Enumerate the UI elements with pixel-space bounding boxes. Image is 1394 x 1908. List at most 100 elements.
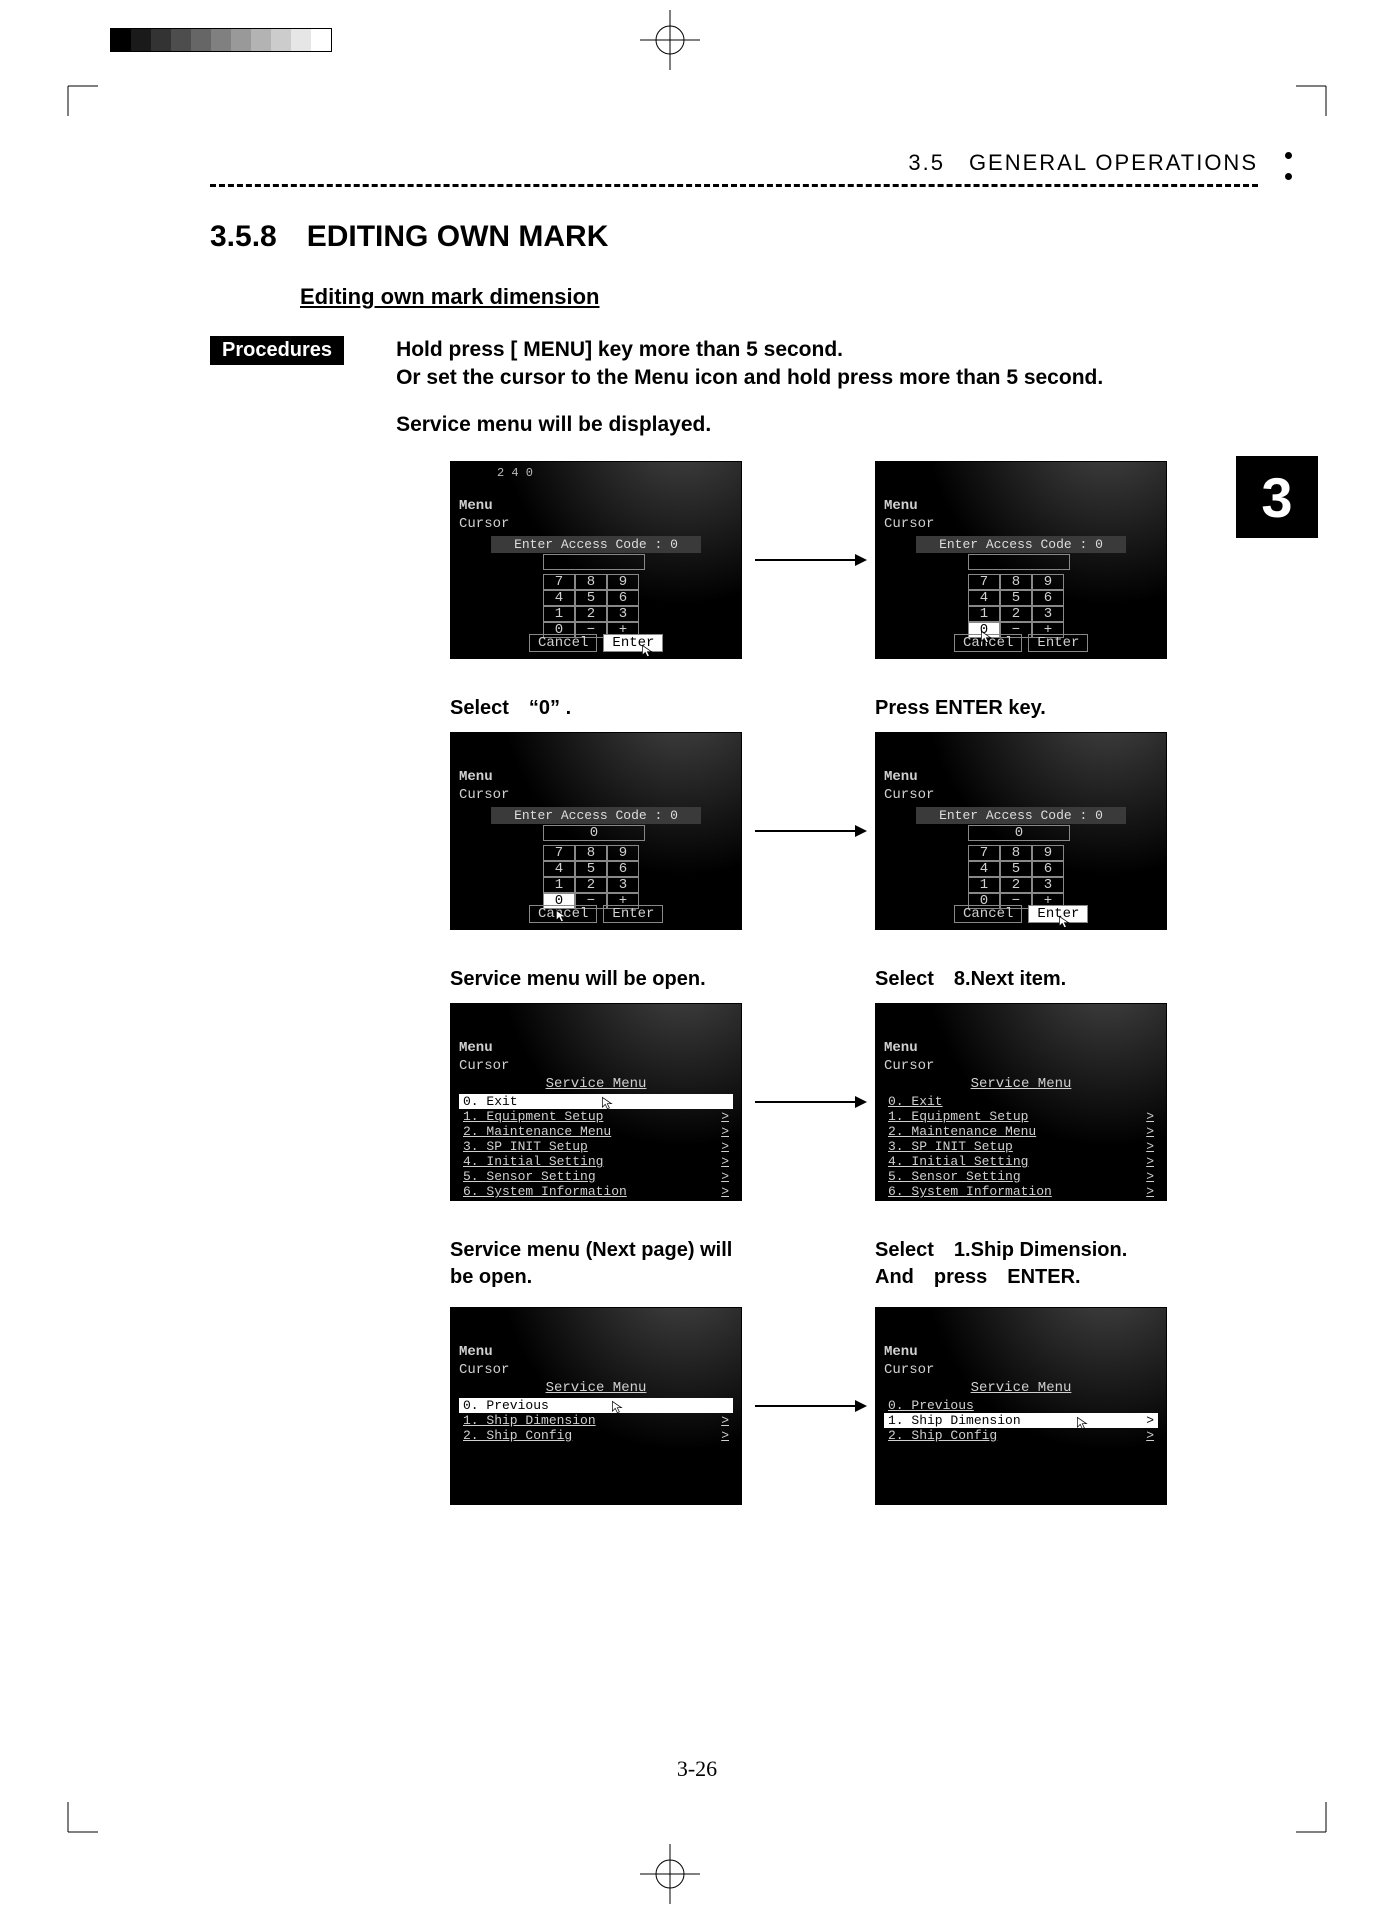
keypad-key: 9 — [607, 845, 639, 861]
caption-service-menu-open: Service menu will be open. — [450, 966, 745, 993]
caption-row-4: Service menu (Next page) will be open. S… — [450, 1237, 1224, 1291]
enter-button: Enter — [1028, 905, 1088, 923]
service-menu-title: Service Menu — [884, 1076, 1158, 1092]
screenshot-service-menu2-ship-dim: Menu Cursor Service Menu 0. Previous 1. … — [875, 1307, 1167, 1505]
service-menu-list: Service Menu 0. Previous 1. Ship Dimensi… — [459, 1380, 733, 1443]
keypad-key: 7 — [968, 574, 1000, 590]
panel-menu-label: Menu — [884, 498, 918, 514]
caption-press-enter: Press ENTER key. — [875, 695, 1170, 722]
panel-buttons: Cancel Enter — [529, 905, 663, 923]
service-menu-title: Service Menu — [884, 1380, 1158, 1396]
menu-item-label: 3. SP INIT Setup — [888, 1139, 1013, 1154]
enter-button: Enter — [603, 634, 663, 652]
keypad-key: 7 — [543, 574, 575, 590]
service-menu-item: 2. Maintenance Menu > — [459, 1124, 733, 1139]
panel-cursor-label: Cursor — [459, 1058, 509, 1074]
keypad-key: 5 — [1000, 590, 1032, 606]
arrow-cell — [745, 559, 875, 561]
keypad-key: 8 — [1000, 574, 1032, 590]
service-menu-item: 2. Maintenance Menu > — [884, 1124, 1158, 1139]
menu-item-label: 7. Test Menu — [463, 1199, 557, 1201]
arrow-right-icon — [755, 1101, 865, 1103]
chevron-right-icon: > — [721, 1124, 729, 1139]
keypad-key: 4 — [968, 861, 1000, 877]
keypad-key: 9 — [607, 574, 639, 590]
panel-cursor-label: Cursor — [884, 1362, 934, 1378]
service-menu-item: 4. Initial Setting > — [459, 1154, 733, 1169]
keypad: 7894561230−+ — [968, 574, 1064, 638]
crop-corner-tr — [1296, 66, 1346, 116]
panel-cursor-label: Cursor — [884, 1058, 934, 1074]
page-number: 3-26 — [0, 1756, 1394, 1782]
service-menu-item: 1. Equipment Setup > — [459, 1109, 733, 1124]
arrow-right-icon — [755, 1405, 865, 1407]
service-menu-list: Service Menu 0. Previous 1. Ship Dimensi… — [884, 1380, 1158, 1443]
menu-item-label: 0. Previous — [463, 1398, 549, 1413]
menu-item-label: 1. Equipment Setup — [463, 1109, 603, 1124]
keypad: 7894561230−+ — [543, 574, 639, 638]
procedure-line-2: Or set the cursor to the Menu icon and h… — [396, 364, 1103, 392]
panel-cursor-label: Cursor — [459, 1362, 509, 1378]
cancel-button: Cancel — [529, 634, 597, 652]
menu-item-label: 4. Initial Setting — [463, 1154, 603, 1169]
keypad-key: 5 — [575, 590, 607, 606]
access-code-entry — [543, 554, 645, 570]
keypad-key: 1 — [543, 606, 575, 622]
cancel-button: Cancel — [954, 905, 1022, 923]
page: 3.5 GENERAL OPERATIONS 3 3.5.8 EDITING O… — [0, 0, 1394, 1908]
crop-mark-top — [640, 10, 700, 70]
procedure-block: Procedures Hold press [ MENU] key more t… — [210, 336, 1224, 439]
main-content: 3.5.8 EDITING OWN MARK Editing own mark … — [210, 220, 1224, 1519]
keypad-key: 2 — [1000, 606, 1032, 622]
panel-title: Enter Access Code : 0 — [491, 807, 701, 824]
crop-corner-br — [1296, 1802, 1346, 1852]
panel-menu-label: Menu — [459, 1344, 493, 1360]
keypad-key: 8 — [1000, 845, 1032, 861]
chevron-right-icon: > — [1146, 1139, 1154, 1154]
screenshot-service-menu2-previous: Menu Cursor Service Menu 0. Previous 1. … — [450, 1307, 742, 1505]
chevron-right-icon: > — [721, 1139, 729, 1154]
menu-item-label: 2. Maintenance Menu — [463, 1124, 611, 1139]
menu-item-label: 0. Exit — [888, 1094, 943, 1109]
procedure-text: Hold press [ MENU] key more than 5 secon… — [396, 336, 1103, 439]
service-menu-item: 6. System Information > — [884, 1184, 1158, 1199]
chevron-right-icon: > — [721, 1413, 729, 1428]
caption-select-next: Select 8.Next item. — [875, 966, 1170, 993]
chevron-right-icon: > — [721, 1109, 729, 1124]
menu-item-label: 4. Initial Setting — [888, 1154, 1028, 1169]
chevron-right-icon: > — [721, 1169, 729, 1184]
panel-menu-label: Menu — [884, 769, 918, 785]
keypad: 7894561230−+ — [543, 845, 639, 909]
keypad-key: 3 — [607, 877, 639, 893]
access-code-entry: 0 — [543, 825, 645, 841]
screenshot-zero-entered: Menu Cursor Enter Access Code : 0 0 7894… — [450, 732, 742, 930]
running-header-dots — [1285, 152, 1292, 180]
keypad-key: 6 — [1032, 861, 1064, 877]
service-menu-list: Service Menu 0. Exit 1. Equipment Setup … — [459, 1076, 733, 1201]
access-code-entry — [968, 554, 1070, 570]
service-menu-item: 3. SP INIT Setup > — [884, 1139, 1158, 1154]
arrow-cell — [745, 1101, 875, 1103]
keypad-key: 4 — [543, 861, 575, 877]
arrow-right-icon — [755, 830, 865, 832]
panel-menu-label: Menu — [459, 769, 493, 785]
step-row-1: 2 4 0 Menu Cursor Enter Access Code : 0 … — [450, 461, 1224, 659]
keypad-key: 2 — [1000, 877, 1032, 893]
screenshot-access-code-zero-hl: Menu Cursor Enter Access Code : 0 789456… — [875, 461, 1167, 659]
keypad-key: 2 — [575, 606, 607, 622]
running-header-rule — [210, 184, 1258, 187]
keypad-key: 9 — [1032, 574, 1064, 590]
step-row-4: Menu Cursor Service Menu 0. Previous 1. … — [450, 1307, 1224, 1505]
screenshot-access-code-initial: 2 4 0 Menu Cursor Enter Access Code : 0 … — [450, 461, 742, 659]
chevron-right-icon: > — [721, 1184, 729, 1199]
service-menu-item: 0. Exit — [459, 1094, 733, 1109]
keypad-key: 4 — [968, 590, 1000, 606]
keypad-key: 5 — [575, 861, 607, 877]
menu-item-label: 2. Ship Config — [463, 1428, 572, 1443]
panel-menu-label: Menu — [884, 1040, 918, 1056]
keypad: 7894561230−+ — [968, 845, 1064, 909]
service-menu-item: 0. Previous — [884, 1398, 1158, 1413]
service-menu-item: 2. Ship Config > — [884, 1428, 1158, 1443]
menu-item-label: 6. System Information — [888, 1184, 1052, 1199]
panel-buttons: Cancel Enter — [529, 634, 663, 652]
